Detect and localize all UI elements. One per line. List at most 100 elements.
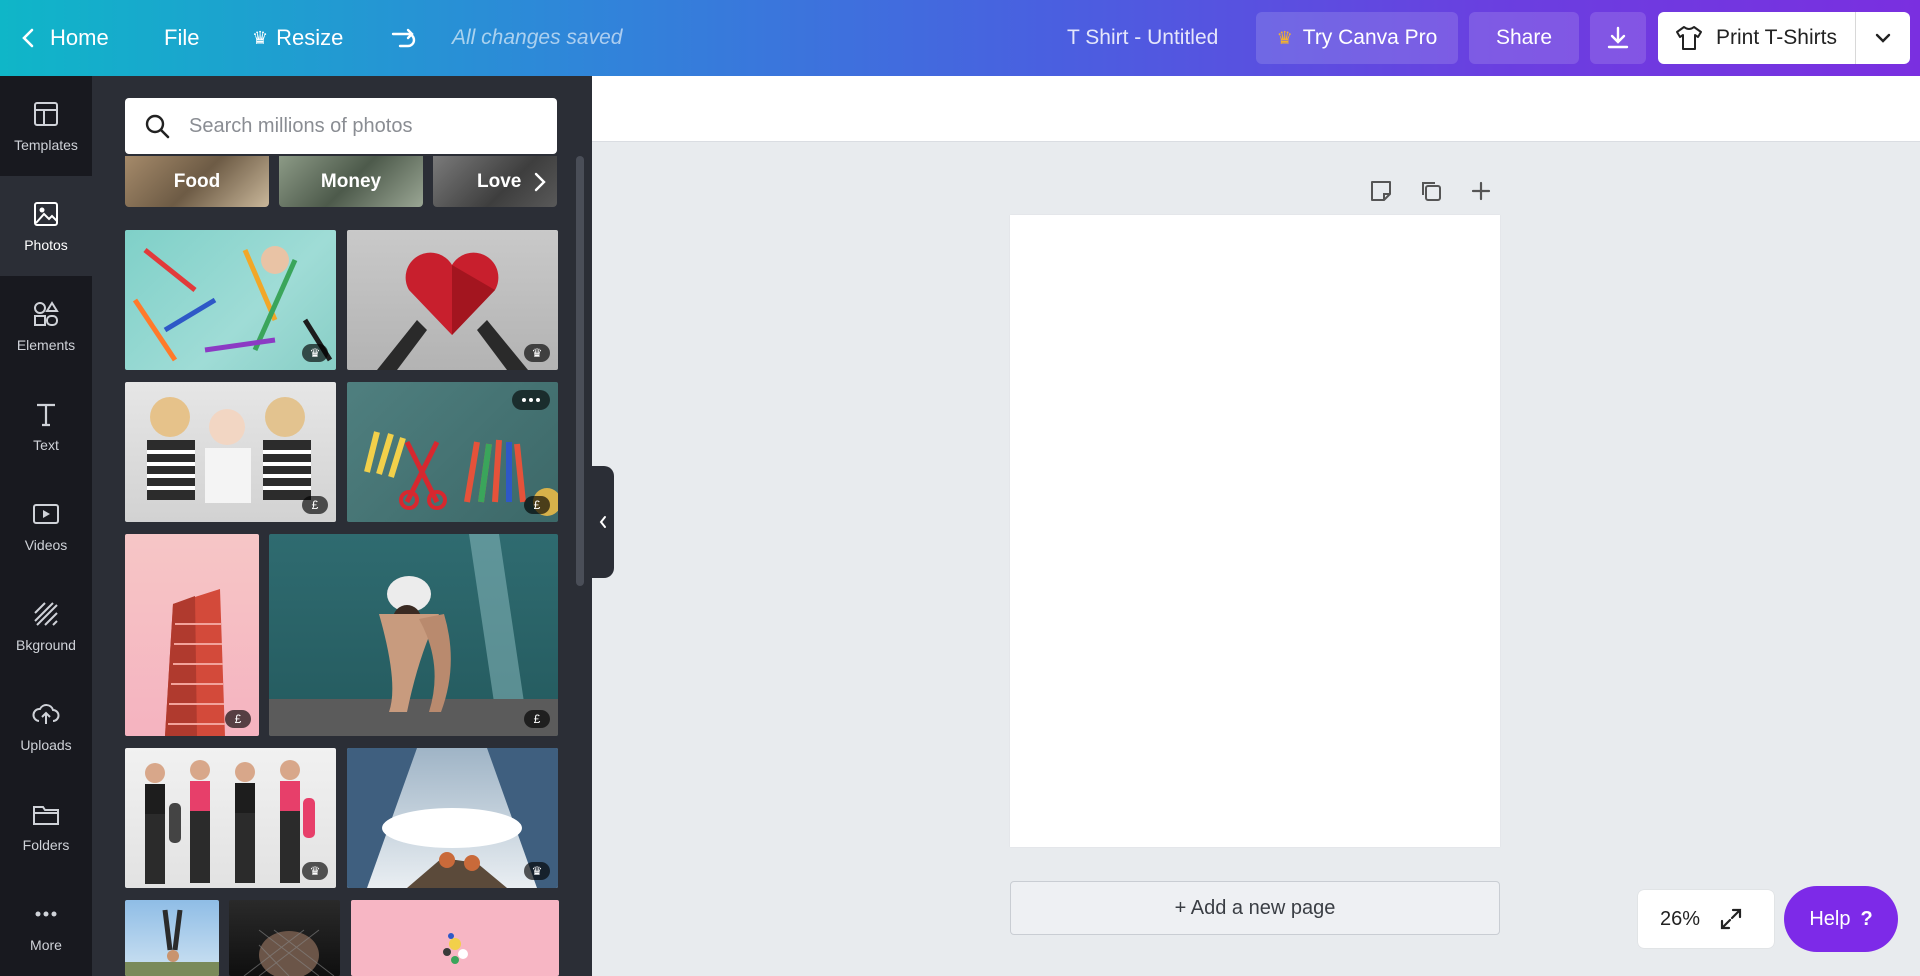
collapse-panel-button[interactable] [592,466,614,578]
photo-colored-pencils[interactable]: ♛ [125,230,336,370]
resize-label: Resize [276,25,344,50]
photo-building[interactable]: £ [125,534,259,736]
plus-icon [1471,181,1491,201]
uploads-icon [32,704,60,724]
rail-item-videos[interactable]: Videos [0,476,92,576]
zoom-control[interactable]: 26% [1638,890,1774,948]
top-bar: Home File ♛ Resize All changes saved T S… [0,0,1920,76]
category-label: Food [173,170,221,192]
add-page-icon-button[interactable] [1466,176,1496,206]
chevron-down-icon [1875,33,1891,43]
category-label: Money [320,170,382,192]
templates-icon [34,102,58,126]
file-menu[interactable]: File [164,0,199,76]
help-button[interactable]: Help ? [1784,886,1898,952]
rail-item-uploads[interactable]: Uploads [0,676,92,776]
try-pro-label: Try Canva Pro [1302,26,1438,49]
print-tshirts-button[interactable]: Print T-Shirts [1658,12,1910,64]
photo-art [269,534,558,736]
folders-icon [33,806,59,825]
photo-face-net[interactable] [229,900,340,976]
rail-label: Uploads [20,737,72,753]
paid-badge: £ [524,496,550,514]
photos-icon [34,202,58,226]
photos-panel: Food Money Love ♛ ♛ £ [92,76,592,976]
search-box[interactable] [125,98,557,154]
side-rail: Templates Photos Elements Text Videos Bk… [0,76,92,976]
more-options-button[interactable] [512,390,550,410]
tshirt-icon [1676,26,1702,50]
photo-art [165,589,225,736]
fullscreen-icon[interactable] [1718,906,1744,932]
chevron-right-icon[interactable] [533,171,547,193]
photo-art [125,909,219,976]
photo-pink-confetti[interactable] [351,900,559,976]
rail-label: Text [33,437,59,453]
resize-button[interactable]: ♛ Resize [252,0,343,76]
duplicate-page-button[interactable] [1416,176,1446,206]
save-status: All changes saved [452,26,623,49]
premium-badge: ♛ [302,862,328,880]
paid-badge: £ [225,710,251,728]
premium-badge: ♛ [524,344,550,362]
print-label: Print T-Shirts [1716,26,1837,49]
rail-label: Photos [24,237,68,253]
chevron-left-icon [599,516,606,528]
category-food[interactable]: Food [125,156,269,207]
elements-icon [34,301,59,326]
download-button[interactable] [1590,12,1646,64]
rail-label: Folders [22,837,70,853]
rail-item-elements[interactable]: Elements [0,276,92,376]
category-money[interactable]: Money [279,156,423,207]
photo-handstand[interactable] [125,900,219,976]
rail-item-text[interactable]: Text [0,376,92,476]
rail-item-templates[interactable]: Templates [0,76,92,176]
category-love[interactable]: Love [433,156,557,207]
rail-label: Elements [16,337,76,353]
rail-label: Videos [24,537,68,553]
paid-badge: £ [524,710,550,728]
home-label: Home [50,25,109,50]
photo-dancer[interactable]: £ [269,534,558,736]
share-label: Share [1495,26,1553,49]
home-button[interactable]: Home [20,0,109,76]
panel-scrollbar[interactable] [576,156,584,586]
question-icon: ? [1860,907,1873,930]
rail-label: More [30,937,62,953]
paid-badge: £ [302,496,328,514]
file-label: File [164,25,200,50]
search-icon [145,114,170,139]
duplicate-icon [1422,182,1441,201]
photo-school-supplies[interactable]: £ [347,382,558,522]
rail-label: Bkground [16,637,76,653]
crown-icon: ♛ [252,27,269,48]
print-options-dropdown[interactable] [1856,12,1910,64]
add-new-page-button[interactable]: + Add a new page [1010,881,1500,935]
photo-tent-view[interactable]: ♛ [347,748,558,888]
photo-art [243,929,335,976]
add-note-button[interactable] [1366,176,1396,206]
help-label: Help [1809,907,1851,930]
share-button[interactable]: Share [1469,12,1579,64]
rail-item-more[interactable]: More [0,876,92,976]
undo-button[interactable] [390,0,418,76]
photo-fitness-women[interactable]: ♛ [125,748,336,888]
photo-art [443,933,468,964]
design-page[interactable] [1010,215,1500,847]
note-icon [1371,181,1391,201]
document-title[interactable]: T Shirt - Untitled [1067,0,1218,76]
videos-icon [33,504,59,524]
photo-children[interactable]: £ [125,382,336,522]
download-icon [1607,26,1629,49]
background-icon [34,602,58,626]
zoom-value[interactable]: 26% [1660,908,1700,931]
undo-icon [391,28,416,48]
rail-item-background[interactable]: Bkground [0,576,92,676]
photo-red-heart[interactable]: ♛ [347,230,558,370]
editor-toolbar [592,76,1920,142]
search-input[interactable] [187,113,527,139]
premium-badge: ♛ [302,344,328,362]
rail-item-folders[interactable]: Folders [0,776,92,876]
rail-item-photos[interactable]: Photos [0,176,92,276]
try-canva-pro-button[interactable]: ♛ Try Canva Pro [1256,12,1458,64]
